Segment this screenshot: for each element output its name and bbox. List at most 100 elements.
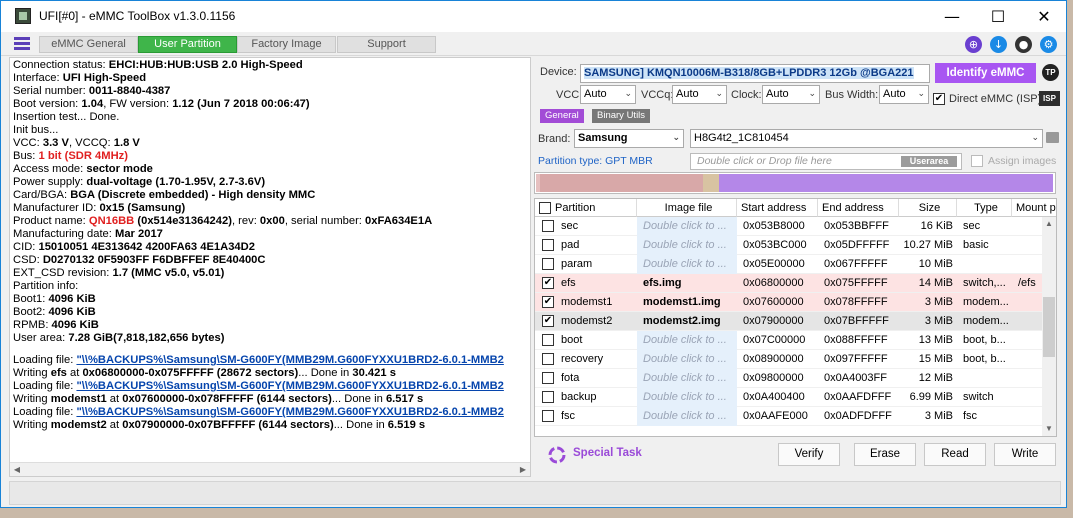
cell-mount: [1012, 388, 1044, 407]
globe-icon[interactable]: ⊕: [965, 36, 982, 53]
maximize-button[interactable]: ☐: [975, 1, 1021, 32]
table-row[interactable]: recovery Double click to ... 0x08900000 0x0…: [535, 350, 1044, 369]
row-checkbox[interactable]: [542, 372, 554, 384]
log-file-link[interactable]: "\\%BACKUPS%\Samsung\SM-G600FY(MMB29M.G6…: [76, 406, 503, 418]
column-header-start[interactable]: Start address: [737, 199, 818, 217]
cell-type: switch: [963, 391, 994, 403]
row-checkbox[interactable]: ✔: [542, 315, 554, 327]
cell-image[interactable]: Double click to ...: [637, 369, 737, 388]
verify-button[interactable]: Verify: [778, 443, 840, 466]
cell-image[interactable]: Double click to ...: [637, 217, 737, 236]
minimize-button[interactable]: —: [929, 1, 975, 32]
table-row[interactable]: param Double click to ... 0x05E00000 0x067F…: [535, 255, 1044, 274]
table-row[interactable]: boot Double click to ... 0x07C00000 0x088FF…: [535, 331, 1044, 350]
read-button[interactable]: Read: [924, 443, 986, 466]
cell-image[interactable]: efs.img: [637, 274, 737, 293]
table-row[interactable]: ✔ modemst1 modemst1.img 0x07600000 0x078FFFF…: [535, 293, 1044, 312]
cell-image[interactable]: Double click to ...: [637, 350, 737, 369]
log-horizontal-scrollbar[interactable]: ◀ ▶: [10, 462, 530, 476]
log-file-link[interactable]: "\\%BACKUPS%\Samsung\SM-G600FY(MMB29M.G6…: [76, 380, 503, 392]
vcc-value: Auto: [584, 88, 607, 100]
brand-select[interactable]: Samsung ⌄: [574, 129, 684, 148]
device-field[interactable]: SAMSUNG] KMQN10006M-B318/8GB+LPDDR3 12Gb…: [580, 64, 930, 83]
table-vertical-scrollbar[interactable]: ▲ ▼: [1042, 217, 1056, 436]
cell-image[interactable]: modemst2.img: [637, 312, 737, 331]
row-checkbox[interactable]: [542, 334, 554, 346]
assign-images-checkbox[interactable]: [971, 155, 983, 167]
table-row[interactable]: fsc Double click to ... 0x0AAFE000 0x0ADFDF…: [535, 407, 1044, 426]
table-row[interactable]: sec Double click to ... 0x053B8000 0x053BBF…: [535, 217, 1044, 236]
image-drop-field[interactable]: Double click or Drop file here Userarea: [690, 153, 962, 170]
isp-icon[interactable]: ISP: [1039, 91, 1060, 106]
vcc-select[interactable]: Auto ⌄: [580, 85, 636, 104]
row-checkbox[interactable]: [542, 410, 554, 422]
column-header-image[interactable]: Image file: [637, 199, 737, 217]
log-line: Boot1: 4096 KiB: [13, 293, 529, 306]
table-row[interactable]: ✔ efs efs.img 0x06800000 0x075FFFFF 14 MiB swi…: [535, 274, 1044, 293]
scroll-left-icon[interactable]: ◀: [10, 463, 24, 476]
log-segment: CSD:: [13, 254, 43, 266]
row-checkbox[interactable]: ✔: [542, 296, 554, 308]
cell-image[interactable]: Double click to ...: [637, 407, 737, 426]
direct-emmc-checkbox[interactable]: ✔: [933, 93, 945, 105]
cell-image[interactable]: modemst1.img: [637, 293, 737, 312]
row-checkbox[interactable]: [542, 239, 554, 251]
column-header-partition[interactable]: Partition: [535, 199, 637, 217]
tab-emmc-general[interactable]: eMMC General: [39, 36, 138, 53]
column-header-type[interactable]: Type: [957, 199, 1012, 217]
identify-emmc-button[interactable]: Identify eMMC: [935, 63, 1036, 83]
table-row[interactable]: fota Double click to ... 0x09800000 0x0A400…: [535, 369, 1044, 388]
table-row[interactable]: pad Double click to ... 0x053BC000 0x05DFFF…: [535, 236, 1044, 255]
vccq-select[interactable]: Auto ⌄: [672, 85, 727, 104]
column-header-end[interactable]: End address: [818, 199, 899, 217]
tab-support[interactable]: Support: [337, 36, 436, 53]
column-header-mount[interactable]: Mount p: [1012, 199, 1056, 217]
close-button[interactable]: ✕: [1021, 1, 1067, 32]
log-segment: ... Done in: [333, 419, 388, 431]
scroll-up-icon[interactable]: ▲: [1042, 217, 1056, 231]
log-line: Connection status: EHCI:HUB:HUB:USB 2.0 …: [13, 59, 529, 72]
log-segment: Card/BGA:: [13, 189, 71, 201]
scroll-down-icon[interactable]: ▼: [1042, 422, 1056, 436]
log-file-link[interactable]: "\\%BACKUPS%\Samsung\SM-G600FY(MMB29M.G6…: [76, 354, 503, 366]
tab-user-partition[interactable]: User Partition: [138, 36, 237, 53]
special-task-button[interactable]: Special Task: [573, 447, 642, 459]
row-checkbox[interactable]: [542, 391, 554, 403]
cell-image[interactable]: Double click to ...: [637, 331, 737, 350]
folder-icon[interactable]: [1046, 132, 1059, 143]
menu-icon[interactable]: [14, 37, 30, 50]
write-button[interactable]: Write: [994, 443, 1056, 466]
cell-image[interactable]: Double click to ...: [637, 388, 737, 407]
userarea-badge[interactable]: Userarea: [901, 156, 957, 167]
row-checkbox[interactable]: [542, 220, 554, 232]
download-icon[interactable]: ↓: [990, 36, 1007, 53]
tab-factory-image[interactable]: Factory Image: [237, 36, 336, 53]
select-all-checkbox[interactable]: [539, 202, 551, 214]
model-select[interactable]: H8G4t2_1C810454 ⌄: [690, 129, 1043, 148]
special-task-icon[interactable]: [548, 446, 566, 464]
log-segment: Manufacturing date:: [13, 228, 115, 240]
bus-width-select[interactable]: Auto ⌄: [879, 85, 929, 104]
gear-icon[interactable]: ⚙: [1040, 36, 1057, 53]
log-line: Loading file: "\\%BACKUPS%\Samsung\SM-G6…: [13, 406, 529, 419]
log-segment: Loading file:: [13, 406, 77, 418]
subtab-general[interactable]: General: [540, 109, 584, 123]
row-checkbox[interactable]: ✔: [542, 277, 554, 289]
tp-icon[interactable]: TP: [1042, 64, 1059, 81]
table-row[interactable]: ✔ modemst2 modemst2.img 0x07900000 0x07BFFFF…: [535, 312, 1044, 331]
lightbulb-icon[interactable]: ●: [1015, 36, 1032, 53]
column-header-size[interactable]: Size: [899, 199, 957, 217]
erase-button[interactable]: Erase: [854, 443, 916, 466]
log-line: Init bus...: [13, 124, 529, 137]
clock-select[interactable]: Auto ⌄: [762, 85, 820, 104]
table-row[interactable]: backup Double click to ... 0x0A400400 0x0AA…: [535, 388, 1044, 407]
cell-name: sec: [561, 220, 579, 232]
cell-name: fota: [561, 372, 580, 384]
scroll-thumb[interactable]: [1043, 297, 1055, 357]
cell-image[interactable]: Double click to ...: [637, 236, 737, 255]
row-checkbox[interactable]: [542, 353, 554, 365]
row-checkbox[interactable]: [542, 258, 554, 270]
scroll-right-icon[interactable]: ▶: [516, 463, 530, 476]
cell-image[interactable]: Double click to ...: [637, 255, 737, 274]
subtab-binary-utils[interactable]: Binary Utils: [592, 109, 651, 123]
